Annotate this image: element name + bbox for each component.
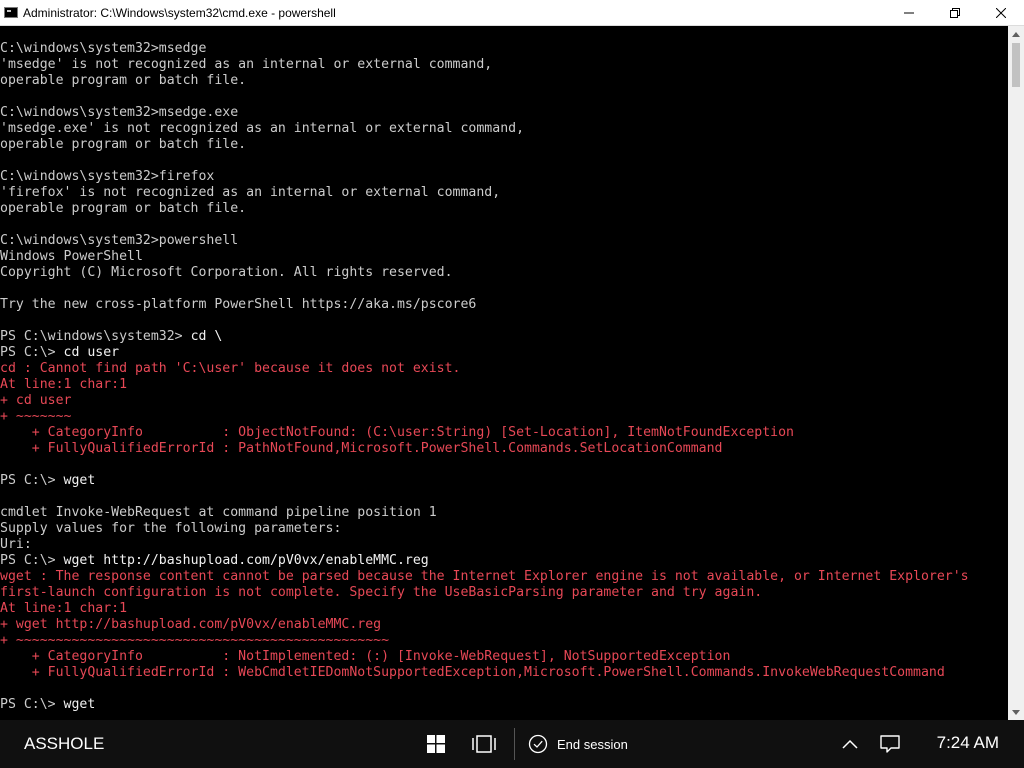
console-line: operable program or batch file. [0, 137, 247, 152]
console-line: PS C:\> wget [0, 697, 969, 713]
prompt-text: PS C:\> [0, 345, 64, 360]
minimize-button[interactable] [886, 0, 932, 26]
windows-start-icon [427, 735, 445, 753]
console-line: PS C:\> cd user [0, 345, 969, 361]
prompt-text: PS C:\> [0, 553, 64, 568]
console-line: Try the new cross-platform PowerShell ht… [0, 297, 477, 312]
end-session-label: End session [557, 736, 628, 752]
clock-time[interactable]: 7:24 AM [937, 720, 999, 768]
window-title: Administrator: C:\Windows\system32\cmd.e… [23, 5, 336, 20]
prompt-text: PS C:\> [0, 473, 64, 488]
window-controls [886, 0, 1024, 26]
console-line: PS C:\> wget [0, 473, 969, 489]
console-line: + FullyQualifiedErrorId : PathNotFound,M… [0, 441, 723, 456]
console-line: wget : The response content cannot be pa… [0, 569, 969, 584]
command-text: wget [63, 473, 96, 488]
title-bar[interactable]: Administrator: C:\Windows\system32\cmd.e… [0, 0, 1024, 26]
restore-icon [950, 8, 960, 18]
vertical-scrollbar[interactable] [1008, 26, 1024, 720]
close-button[interactable] [978, 0, 1024, 26]
command-text: cd \ [190, 329, 223, 344]
close-icon [996, 8, 1006, 18]
console-line: + wget http://bashupload.com/pV0vx/enabl… [0, 617, 382, 632]
console-line: + FullyQualifiedErrorId : WebCmdletIEDom… [0, 665, 945, 680]
console-line: C:\windows\system32>powershell [0, 233, 239, 248]
console-line: 'msedge.exe' is not recognized as an int… [0, 121, 525, 136]
console-line: Uri: [0, 537, 32, 552]
console-line: cmdlet Invoke-WebRequest at command pipe… [0, 505, 437, 520]
notification-icon [880, 735, 900, 753]
console-line: first-launch configuration is not comple… [0, 585, 763, 600]
console-line: Supply values for the following paramete… [0, 521, 342, 536]
console-line: operable program or batch file. [0, 73, 247, 88]
scroll-thumb[interactable] [1012, 43, 1020, 87]
console-line: + CategoryInfo : NotImplemented: (:) [In… [0, 649, 731, 664]
maximize-button[interactable] [932, 0, 978, 26]
console-line: + ~~~~~~~ [0, 409, 72, 424]
task-view-icon [472, 735, 496, 753]
task-view-button[interactable] [472, 732, 496, 756]
console-line: operable program or batch file. [0, 201, 247, 216]
console-line: PS C:\> wget http://bashupload.com/pV0vx… [0, 553, 969, 569]
console-line: Windows PowerShell [0, 249, 143, 264]
taskbar-divider [514, 728, 515, 760]
console-line: + ~~~~~~~~~~~~~~~~~~~~~~~~~~~~~~~~~~~~~~… [0, 633, 390, 648]
console-line: Copyright (C) Microsoft Corporation. All… [0, 265, 453, 280]
end-session-icon [528, 734, 548, 754]
prompt-text: PS C:\windows\system32> [0, 329, 191, 344]
scroll-down-icon [1012, 709, 1020, 715]
minimize-icon [904, 12, 914, 14]
taskbar: ASSHOLE End session 7:24 AM [0, 720, 1024, 768]
console-line: C:\windows\system32>msedge.exe [0, 105, 239, 120]
console-line: cd : Cannot find path 'C:\user' because … [0, 361, 461, 376]
console-line: C:\windows\system32>msedge [0, 41, 207, 56]
start-button[interactable] [424, 732, 448, 756]
console-line: PS C:\windows\system32> cd \ [0, 329, 969, 345]
command-text: wget http://bashupload.com/pV0vx/enableM… [63, 553, 429, 568]
cmd-app-icon [4, 7, 18, 18]
console-line: At line:1 char:1 [0, 601, 128, 616]
command-text: cd user [63, 345, 120, 360]
prompt-text: PS C:\> [0, 697, 64, 712]
console-line: At line:1 char:1 [0, 377, 128, 392]
console-line: + cd user [0, 393, 72, 408]
taskbar-label: ASSHOLE [24, 734, 105, 753]
end-session-button[interactable]: End session [528, 728, 632, 760]
console-line: 'msedge' is not recognized as an interna… [0, 57, 493, 72]
scroll-up-button[interactable] [1008, 26, 1024, 42]
console-line: 'firefox' is not recognized as an intern… [0, 185, 501, 200]
scroll-down-button[interactable] [1008, 704, 1024, 720]
scroll-up-icon [1012, 31, 1020, 37]
command-text: wget [63, 697, 96, 712]
console-line: C:\windows\system32>firefox [0, 169, 215, 184]
show-hidden-icons-button[interactable] [838, 732, 862, 756]
notifications-button[interactable] [878, 732, 902, 756]
console-lines: C:\windows\system32>msedge'msedge' is no… [0, 41, 969, 713]
console-line: + CategoryInfo : ObjectNotFound: (C:\use… [0, 425, 794, 440]
console-output[interactable]: C:\windows\system32>msedge'msedge' is no… [0, 26, 1008, 720]
chevron-up-icon [842, 739, 858, 749]
